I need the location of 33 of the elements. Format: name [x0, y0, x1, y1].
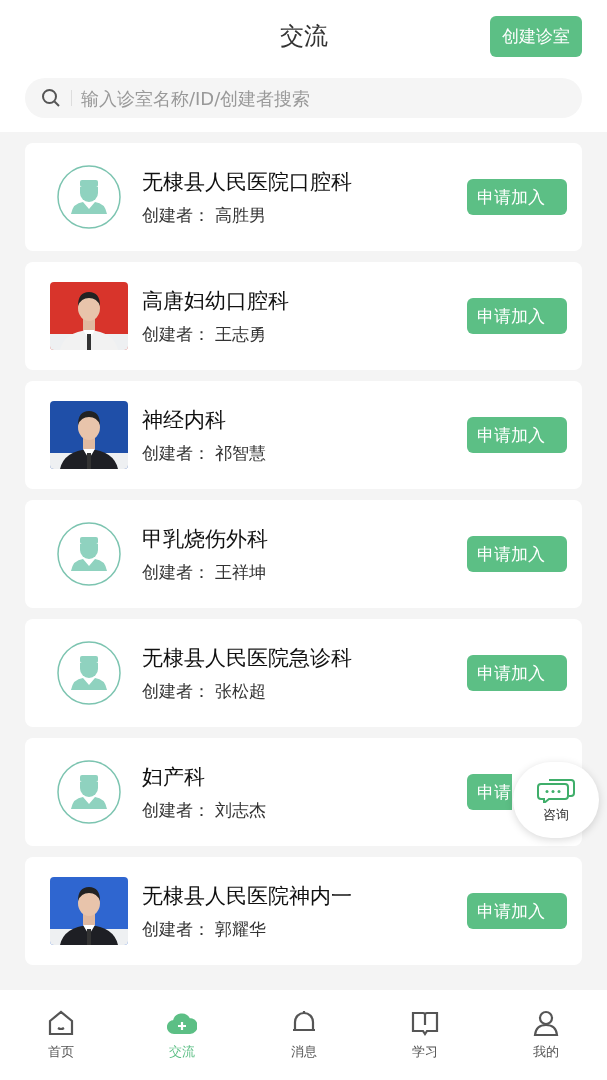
page-title: 交流: [279, 21, 328, 52]
creator-text: 创建者： 郭耀华: [142, 917, 268, 941]
clinic-name: 无棣县人民医院口腔科: [142, 168, 353, 196]
doctor-avatar-icon: [56, 521, 122, 587]
creator-text: 创建者： 王祥坤: [142, 560, 268, 584]
creator-text: 创建者： 高胜男: [142, 203, 268, 227]
book-icon: [409, 1009, 440, 1037]
clinic-name: 无棣县人民医院急诊科: [142, 644, 353, 672]
chat-icon: [537, 776, 575, 803]
doctor-avatar-icon: [56, 759, 122, 825]
creator-text: 创建者： 王志勇: [142, 322, 268, 346]
creator-text: 创建者： 祁智慧: [142, 441, 268, 465]
doctor-avatar-icon: [56, 164, 122, 230]
clinic-card[interactable]: 无棣县人民医院急诊科 创建者： 张松超 申请加入: [25, 619, 582, 727]
nav-tab[interactable]: 学习: [364, 990, 486, 1080]
nav-tab[interactable]: 首页: [0, 990, 122, 1080]
consult-button[interactable]: 咨询: [513, 762, 599, 838]
doctor-avatar-icon: [56, 640, 122, 706]
clinic-card[interactable]: 甲乳烧伤外科 创建者： 王祥坤 申请加入: [25, 500, 582, 608]
clinic-name: 无棣县人民医院神内一: [142, 882, 353, 910]
clinic-name: 妇产科: [142, 763, 206, 791]
clinic-name: 神经内科: [142, 406, 227, 434]
nav-tab[interactable]: 我的: [485, 990, 607, 1080]
clinic-card[interactable]: 无棣县人民医院口腔科 创建者： 高胜男 申请加入: [25, 143, 582, 251]
search-field[interactable]: 输入诊室名称/ID/创建者搜索: [25, 78, 582, 118]
nav-tab[interactable]: 消息: [242, 990, 365, 1080]
creator-text: 创建者： 张松超: [142, 679, 268, 703]
clinic-name: 甲乳烧伤外科: [142, 525, 269, 553]
creator-text: 创建者： 刘志杰: [142, 798, 268, 822]
clinic-name: 高唐妇幼口腔科: [142, 287, 290, 315]
clinic-card[interactable]: 高唐妇幼口腔科 创建者： 王志勇 申请加入: [25, 262, 582, 370]
clinic-card[interactable]: 无棣县人民医院神内一 创建者： 郭耀华 申请加入: [25, 857, 582, 965]
clinic-card[interactable]: 神经内科 创建者： 祁智慧 申请加入: [25, 381, 582, 489]
